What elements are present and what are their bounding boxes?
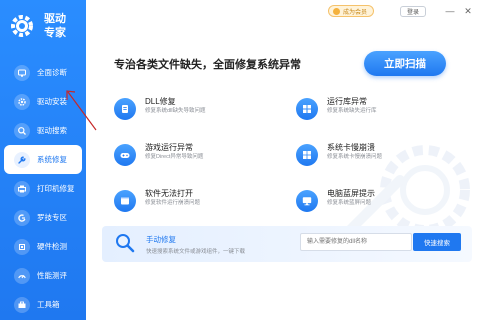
app-logo: 驱动 专家 bbox=[0, 0, 86, 52]
feature-blue-screen[interactable]: 电脑蓝屏提示 修复系统蓝屏问题 bbox=[296, 188, 456, 224]
feature-software-crash[interactable]: 软件无法打开修复软件运行崩溃问题 bbox=[114, 188, 274, 224]
app-title-line2: 专家 bbox=[44, 27, 66, 39]
software-icon bbox=[114, 190, 136, 212]
feature-title: DLL修复 bbox=[145, 97, 176, 106]
quick-search-button[interactable]: 快速搜索 bbox=[413, 233, 461, 251]
feature-title: 软件无法打开 bbox=[145, 189, 193, 198]
toolbox-icon bbox=[14, 296, 30, 313]
sidebar-item-printer-repair[interactable]: 打印机修复 bbox=[0, 174, 86, 203]
sidebar-item-label: 工具箱 bbox=[37, 300, 60, 309]
wrench-icon bbox=[14, 151, 30, 168]
sidebar-item-label: 打印机修复 bbox=[37, 184, 75, 193]
gear-logo-icon bbox=[11, 15, 33, 37]
feature-desc: 修复系统缺失运行库 bbox=[327, 108, 377, 114]
feature-dll-repair[interactable]: DLL修复修复系统dll缺失导致问题 bbox=[114, 96, 274, 132]
app-title: 驱动 专家 bbox=[44, 12, 66, 40]
feature-runtime-error[interactable]: 运行库异常修复系统缺失运行库 bbox=[296, 96, 456, 132]
feature-game-error[interactable]: 游戏运行异常修复Direct异常导致问题 bbox=[114, 142, 274, 178]
manual-repair-desc: 快速搜索系统文件或游戏组件，一键下载 bbox=[146, 249, 246, 255]
logitech-icon bbox=[14, 209, 30, 226]
feature-desc: 修复系统卡慢崩溃问题 bbox=[327, 154, 383, 160]
sidebar-item-toolbox[interactable]: 工具箱 bbox=[0, 290, 86, 319]
gauge-icon bbox=[14, 267, 30, 284]
magnifier-icon bbox=[116, 234, 135, 253]
diagnose-icon bbox=[14, 64, 30, 81]
search-icon bbox=[14, 122, 30, 139]
sidebar-item-label: 硬件检测 bbox=[37, 242, 67, 251]
sidebar-item-system-repair[interactable]: 系统修复 bbox=[4, 145, 82, 174]
sidebar-item-logitech[interactable]: 罗技专区 bbox=[0, 203, 86, 232]
windows-icon bbox=[296, 144, 318, 166]
gear-icon bbox=[14, 93, 30, 110]
feature-desc: 修复系统蓝屏问题 bbox=[327, 200, 372, 206]
gamepad-icon bbox=[114, 144, 136, 166]
app-title-line1: 驱动 bbox=[44, 13, 66, 25]
sidebar-item-label: 罗技专区 bbox=[37, 213, 67, 222]
dll-icon bbox=[114, 98, 136, 120]
main-panel: 专治各类文件缺失，全面修复系统异常 立即扫描 DLL修复修复系统dll缺失导致问… bbox=[86, 0, 480, 320]
page-headline: 专治各类文件缺失，全面修复系统异常 bbox=[114, 59, 301, 71]
sidebar-item-performance[interactable]: 性能测评 bbox=[0, 261, 86, 290]
feature-desc: 修复系统dll缺失导致问题 bbox=[145, 108, 206, 114]
hardware-icon bbox=[14, 238, 30, 255]
feature-title: 电脑蓝屏提示 bbox=[327, 189, 375, 198]
driver-expert-window: 驱动 专家 全面诊断 驱动安装 驱动搜索 系统修复 打印机修复 罗技专区 硬件检… bbox=[0, 0, 480, 320]
manual-repair-title: 手动修复 bbox=[146, 235, 176, 244]
monitor-icon bbox=[296, 190, 318, 212]
sidebar-item-hardware[interactable]: 硬件检测 bbox=[0, 232, 86, 261]
feature-title: 运行库异常 bbox=[327, 97, 367, 106]
dll-search-input[interactable] bbox=[300, 233, 412, 251]
runtime-icon bbox=[296, 98, 318, 120]
printer-icon bbox=[14, 180, 30, 197]
sidebar-item-label: 系统修复 bbox=[37, 155, 67, 164]
feature-title: 游戏运行异常 bbox=[145, 143, 193, 152]
feature-desc: 修复软件运行崩溃问题 bbox=[145, 200, 201, 206]
sidebar: 驱动 专家 全面诊断 驱动安装 驱动搜索 系统修复 打印机修复 罗技专区 硬件检… bbox=[0, 0, 86, 320]
sidebar-item-diagnose[interactable]: 全面诊断 bbox=[0, 58, 86, 87]
feature-desc: 修复Direct异常导致问题 bbox=[145, 154, 204, 160]
sidebar-item-label: 全面诊断 bbox=[37, 68, 67, 77]
sidebar-item-label: 性能测评 bbox=[37, 271, 67, 280]
feature-title: 系统卡慢崩溃 bbox=[327, 143, 375, 152]
manual-repair-panel: 手动修复 快速搜索系统文件或游戏组件，一键下载 快速搜索 bbox=[102, 226, 472, 262]
feature-system-lag[interactable]: 系统卡慢崩溃修复系统卡慢崩溃问题 bbox=[296, 142, 456, 178]
scan-now-button[interactable]: 立即扫描 bbox=[364, 51, 446, 76]
